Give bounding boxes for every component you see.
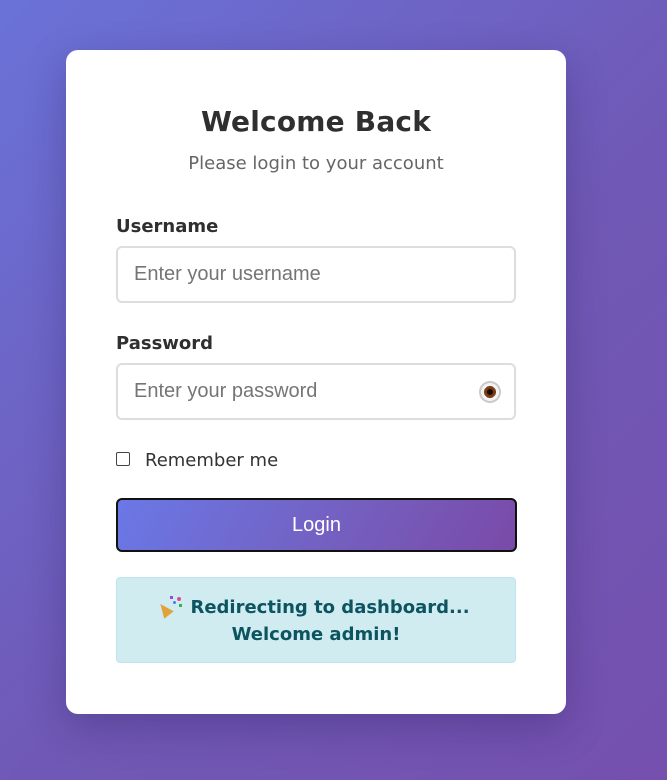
- remember-me-row: Remember me: [116, 450, 516, 472]
- password-field-wrapper: [116, 363, 516, 420]
- login-card: Welcome Back Please login to your accoun…: [66, 50, 566, 714]
- page-title: Welcome Back: [200, 105, 432, 138]
- password-input[interactable]: [116, 363, 516, 420]
- username-input[interactable]: [116, 246, 516, 303]
- username-field-wrapper: [116, 246, 516, 303]
- username-label: Username: [116, 216, 219, 237]
- password-label: Password: [116, 333, 214, 354]
- remember-me-checkbox[interactable]: [116, 452, 130, 466]
- status-message: Redirecting to dashboard... Welcome admi…: [190, 597, 470, 645]
- party-popper-icon: [156, 596, 183, 619]
- status-alert: Redirecting to dashboard... Welcome admi…: [116, 577, 516, 663]
- login-button[interactable]: Login: [116, 498, 517, 552]
- remember-me-label[interactable]: Remember me: [145, 450, 278, 472]
- page-subtitle: Please login to your account: [188, 153, 444, 174]
- eye-icon[interactable]: [479, 381, 501, 403]
